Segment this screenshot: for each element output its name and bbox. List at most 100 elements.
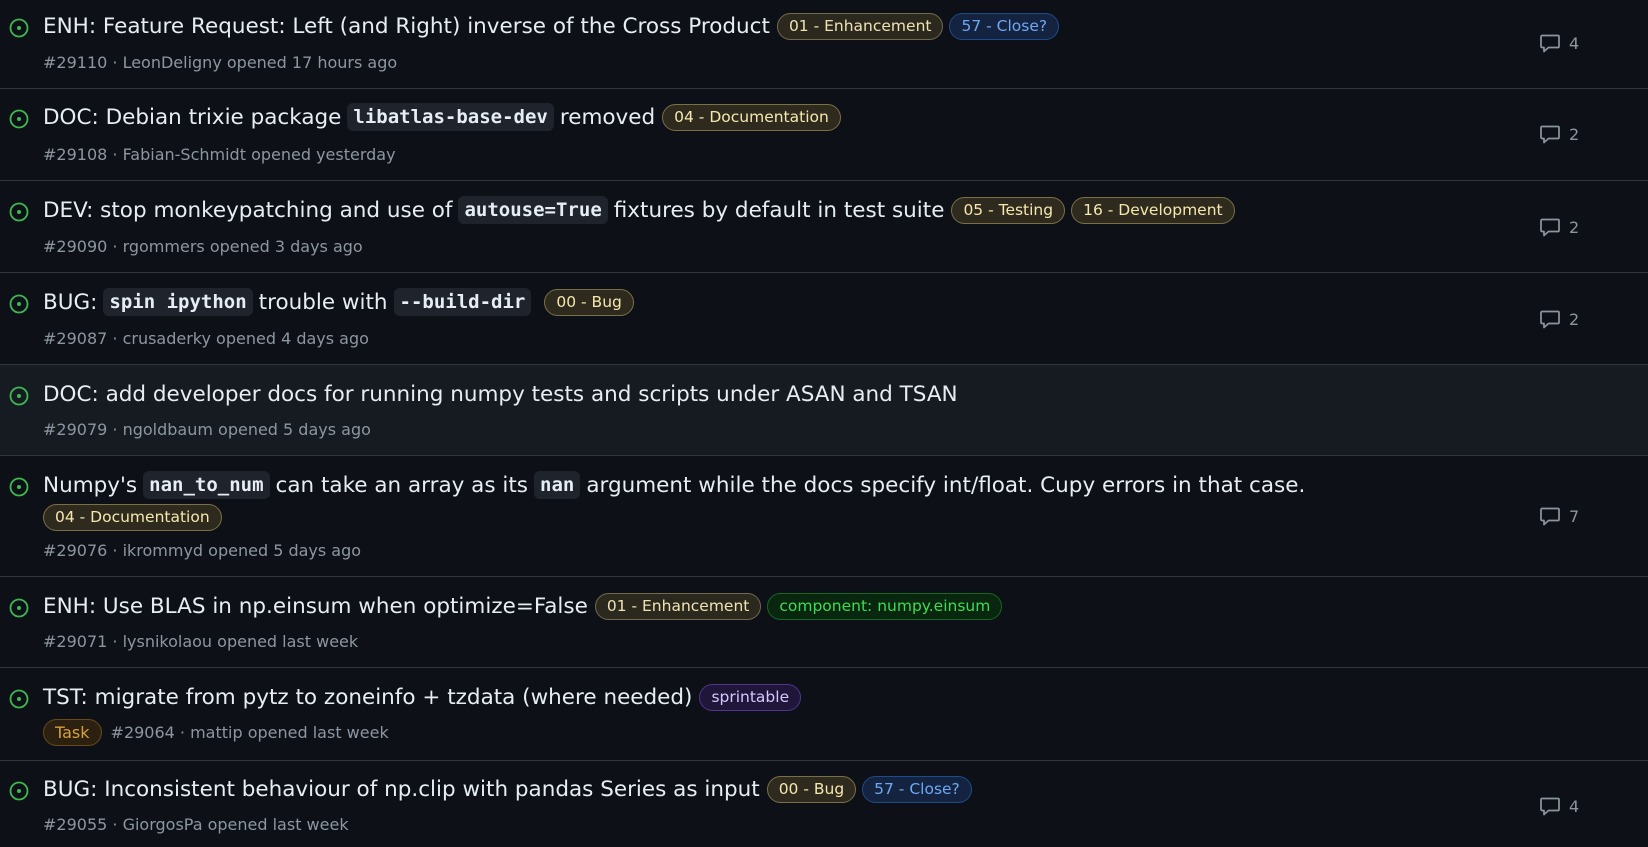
issue-open-icon: [9, 689, 29, 709]
issue-meta-text: #29090 · rgommers opened 3 days ago: [43, 236, 363, 256]
inline-code: --build-dir: [393, 288, 532, 316]
issue-meta: #29090 · rgommers opened 3 days ago: [43, 235, 363, 257]
issue-meta: #29055 · GiorgosPa opened last week: [43, 813, 349, 835]
issue-title-line: BUG: spin ipython trouble with --build-dir 0…: [43, 287, 1388, 317]
comment-count-link[interactable]: 4: [1539, 795, 1579, 817]
comment-count: 4: [1569, 33, 1580, 53]
comment-count-link[interactable]: 2: [1539, 216, 1579, 238]
title-text: DEV: stop monkeypatching and use of: [43, 197, 453, 223]
comment-count: 2: [1569, 309, 1580, 329]
issue-meta-text: #29087 · crusaderky opened 4 days ago: [43, 328, 369, 348]
title-text: trouble with: [258, 289, 388, 315]
issue-row[interactable]: DOC: Debian trixie package libatlas-base-…: [0, 89, 1648, 181]
issue-label[interactable]: 01 - Enhancement: [594, 592, 762, 620]
issue-open-icon: [9, 18, 29, 38]
issue-open-icon: [9, 294, 29, 314]
issue-type-badge[interactable]: Task: [43, 718, 102, 746]
issue-meta: #29076 · ikrommyd opened 5 days ago: [43, 539, 361, 561]
issue-label[interactable]: 57 - Close?: [949, 12, 1060, 40]
issue-title-link[interactable]: DOC: add developer docs for running nump…: [43, 382, 958, 407]
comment-icon: [1540, 218, 1560, 237]
title-text: BUG: Inconsistent behaviour of np.clip w…: [43, 776, 760, 802]
title-text: DOC: add developer docs for running nump…: [43, 381, 958, 407]
inline-code: nan_to_num: [143, 471, 270, 499]
issue-row[interactable]: BUG: Inconsistent behaviour of np.clip w…: [0, 761, 1648, 847]
comment-icon: [1540, 34, 1560, 53]
issue-meta-text: #29079 · ngoldbaum opened 5 days ago: [43, 419, 371, 439]
title-text: Numpy's: [43, 472, 138, 498]
issue-title-link[interactable]: DEV: stop monkeypatching and use of autou…: [43, 196, 944, 224]
comment-count: 2: [1569, 124, 1580, 144]
issue-open-icon: [9, 386, 29, 406]
issue-title-link[interactable]: TST: migrate from pytz to zoneinfo + tzd…: [43, 685, 692, 710]
issue-row[interactable]: TST: migrate from pytz to zoneinfo + tzd…: [0, 668, 1648, 761]
issue-title-line: ENH: Use BLAS in np.einsum when optimize…: [43, 591, 1388, 621]
title-text: fixtures by default in test suite: [613, 197, 945, 223]
issue-title-line: DEV: stop monkeypatching and use of autou…: [43, 195, 1388, 225]
issue-title-link[interactable]: DOC: Debian trixie package libatlas-base-…: [43, 103, 655, 131]
issue-label[interactable]: 57 - Close?: [862, 775, 972, 803]
issue-meta-text: #29055 · GiorgosPa opened last week: [43, 814, 349, 834]
issue-label[interactable]: 01 - Enhancement: [776, 12, 944, 40]
issue-open-icon: [9, 598, 29, 618]
issue-label[interactable]: 04 - Documentation: [662, 103, 841, 131]
issue-label[interactable]: 00 - Bug: [544, 288, 634, 316]
issue-meta-text: #29108 · Fabian-Schmidt opened yesterday: [43, 144, 396, 164]
inline-code: autouse=True: [458, 196, 608, 224]
issue-row[interactable]: ENH: Use BLAS in np.einsum when optimize…: [0, 577, 1648, 668]
issue-meta: #29087 · crusaderky opened 4 days ago: [43, 327, 369, 349]
issue-title-line: DOC: Debian trixie package libatlas-base-…: [43, 102, 1388, 132]
comment-count-link[interactable]: 7: [1539, 505, 1579, 527]
issue-list: ENH: Feature Request: Left (and Right) i…: [0, 0, 1648, 847]
comment-count-link[interactable]: 4: [1539, 32, 1579, 54]
comment-count: 2: [1569, 217, 1580, 237]
comment-icon: [1540, 507, 1560, 526]
issue-label[interactable]: 16 - Development: [1071, 196, 1235, 224]
issue-label[interactable]: 05 - Testing: [951, 196, 1066, 224]
issue-title-link[interactable]: ENH: Feature Request: Left (and Right) i…: [43, 14, 770, 39]
issue-open-icon: [9, 202, 29, 222]
title-text: ENH: Feature Request: Left (and Right) i…: [43, 13, 770, 39]
issue-open-icon: [9, 109, 29, 129]
issue-meta-text: #29071 · lysnikolaou opened last week: [43, 631, 359, 651]
issue-label[interactable]: component: numpy.einsum: [767, 592, 1003, 620]
issue-meta-text: #29076 · ikrommyd opened 5 days ago: [43, 540, 362, 560]
inline-code: spin ipython: [103, 288, 253, 316]
issue-row[interactable]: BUG: spin ipython trouble with --build-dir 0…: [0, 273, 1648, 365]
issue-title-line: ENH: Feature Request: Left (and Right) i…: [43, 11, 1388, 41]
comment-icon: [1540, 125, 1560, 144]
issue-title-link[interactable]: BUG: spin ipython trouble with --build-dir: [43, 288, 537, 316]
issue-title-line: Numpy's nan_to_num can take an array as it…: [43, 470, 1388, 500]
issue-title-line: TST: migrate from pytz to zoneinfo + tzd…: [43, 682, 1388, 712]
issue-label[interactable]: sprintable: [699, 683, 802, 711]
issue-meta-text: #29064 · mattip opened last week: [110, 722, 389, 742]
inline-code: libatlas-base-dev: [347, 103, 554, 131]
issue-labels-line: 04 - Documentation: [43, 504, 222, 531]
issue-row[interactable]: DOC: add developer docs for running nump…: [0, 365, 1648, 456]
issue-title-link[interactable]: Numpy's nan_to_num can take an array as it…: [43, 471, 1305, 499]
inline-code: nan: [534, 471, 581, 499]
title-text: removed: [559, 104, 656, 130]
issue-open-icon: [9, 781, 29, 801]
comment-count: 4: [1569, 796, 1580, 816]
comment-count: 7: [1569, 506, 1580, 526]
issue-title-link[interactable]: BUG: Inconsistent behaviour of np.clip w…: [43, 777, 760, 802]
comment-count-link[interactable]: 2: [1539, 123, 1579, 145]
issue-row[interactable]: DEV: stop monkeypatching and use of autou…: [0, 181, 1648, 273]
issue-row[interactable]: ENH: Feature Request: Left (and Right) i…: [0, 0, 1648, 89]
comment-count-link[interactable]: 2: [1539, 308, 1579, 330]
issue-meta: Task #29064 · mattip opened last week: [43, 718, 389, 746]
issue-meta: #29071 · lysnikolaou opened last week: [43, 630, 358, 652]
comment-icon: [1540, 797, 1560, 816]
title-text: can take an array as its: [275, 472, 528, 498]
title-text: DOC: Debian trixie package: [43, 104, 342, 130]
issue-label[interactable]: 00 - Bug: [766, 775, 857, 803]
comment-icon: [1540, 310, 1560, 329]
issue-label[interactable]: 04 - Documentation: [43, 504, 222, 531]
title-text: ENH: Use BLAS in np.einsum when optimize…: [43, 593, 588, 619]
issue-row[interactable]: Numpy's nan_to_num can take an array as it…: [0, 456, 1648, 577]
issue-meta-text: #29110 · LeonDeligny opened 17 hours ago: [43, 52, 398, 72]
title-text: BUG:: [43, 289, 98, 315]
issue-title-line: DOC: add developer docs for running nump…: [43, 379, 1388, 409]
issue-title-link[interactable]: ENH: Use BLAS in np.einsum when optimize…: [43, 594, 588, 619]
